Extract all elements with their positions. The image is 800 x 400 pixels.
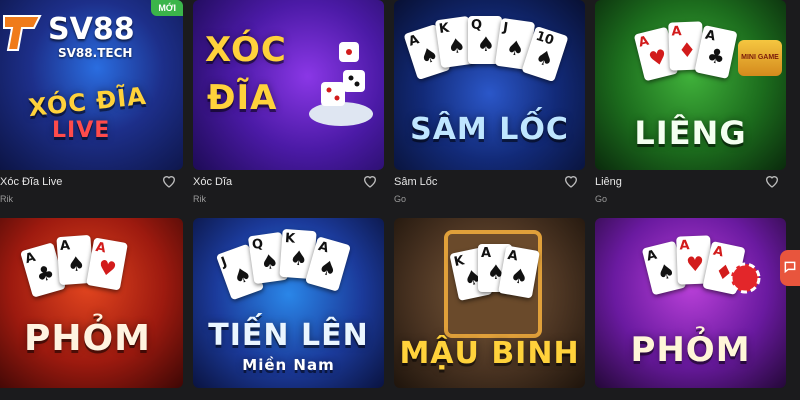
game-name: Sâm Lốc [394,176,438,188]
heart-outline-icon[interactable] [362,173,378,189]
art-title: PHỎM [24,318,151,359]
brand-logo: SV88 SV88.TECH [0,10,170,70]
game-card-phom-2[interactable]: A ♠ A ♥ A ♦ PHỎM [595,218,786,388]
game-thumbnail[interactable]: A ♠ A ♥ A ♦ PHỎM [595,218,786,388]
game-grid: SV88 SV88.TECH MỚI XÓC ĐĨA LIVE Xóc Đĩa … [0,0,800,400]
game-thumbnail[interactable]: A ♣ A ♠ A ♥ PHỎM [0,218,183,388]
heart-outline-icon[interactable] [563,173,579,189]
chat-button[interactable] [780,250,800,286]
provider-name: Rik [0,194,13,204]
chat-bubble-icon [784,261,796,274]
game-card-tien-len[interactable]: J ♠ Q ♠ K ♠ A ♠ TIẾN LÊN Miền Nam [193,218,384,388]
logo-subtext: SV88.TECH [58,46,133,60]
card-meta: Xóc Dĩa Rik [193,170,384,214]
art-subtitle: LIVE [52,118,111,143]
game-thumbnail[interactable]: A ♥ A ♦ A ♣ MINI GAME LIÊNG [595,0,786,170]
card-meta: Sâm Lốc Go [394,170,585,214]
game-card-lieng[interactable]: A ♥ A ♦ A ♣ MINI GAME LIÊNG Liêng Go [595,0,786,214]
poker-chip-icon [729,262,761,294]
game-thumbnail[interactable]: A ♠ K ♠ Q ♠ J ♠ 10 ♠ SÂM LỐC [394,0,585,170]
logo-text: SV88 [48,12,135,47]
provider-name: Go [394,194,407,204]
new-badge: MỚI [151,0,183,16]
game-card-phom[interactable]: A ♣ A ♠ A ♥ PHỎM [0,218,183,388]
game-thumbnail[interactable]: SV88 SV88.TECH MỚI XÓC ĐĨA LIVE [0,0,183,170]
card-meta: Liêng Go [595,170,786,214]
heart-outline-icon[interactable] [161,173,177,189]
mini-game-badge: MINI GAME [738,40,782,76]
game-thumbnail[interactable]: K ♠ A ♠ A ♠ MẬU BINH [394,218,585,388]
sv88-logo-icon [3,15,42,51]
art-title: MẬU BINH [399,336,580,371]
game-thumbnail[interactable]: J ♠ Q ♠ K ♠ A ♠ TIẾN LÊN Miền Nam [193,218,384,388]
art-title: LIÊNG [634,114,747,152]
provider-name: Go [595,194,608,204]
playing-card: A ♥ [86,237,128,291]
game-thumbnail[interactable]: XÓC ĐĨA [193,0,384,170]
heart-outline-icon[interactable] [764,173,780,189]
art-title: PHỎM [630,330,751,370]
art-subtitle: Miền Nam [242,356,335,374]
game-card-mau-binh[interactable]: K ♠ A ♠ A ♠ MẬU BINH [394,218,585,388]
art-title: TIẾN LÊN [208,318,369,353]
game-card-xoc-dia-live[interactable]: SV88 SV88.TECH MỚI XÓC ĐĨA LIVE Xóc Đĩa … [0,0,183,214]
game-card-sam-loc[interactable]: A ♠ K ♠ Q ♠ J ♠ 10 ♠ SÂM LỐC Sâm Lốc Go [394,0,585,214]
game-card-xoc-dia[interactable]: XÓC ĐĨA Xóc Dĩa Rik [193,0,384,214]
game-name: Xóc Đĩa Live [0,176,63,188]
provider-name: Rik [193,194,206,204]
dice-icon [309,42,373,126]
game-name: Liêng [595,176,622,188]
card-meta: Xóc Đĩa Live Rik [0,170,183,214]
game-name: Xóc Dĩa [193,176,233,188]
art-title: SÂM LỐC [410,112,569,147]
